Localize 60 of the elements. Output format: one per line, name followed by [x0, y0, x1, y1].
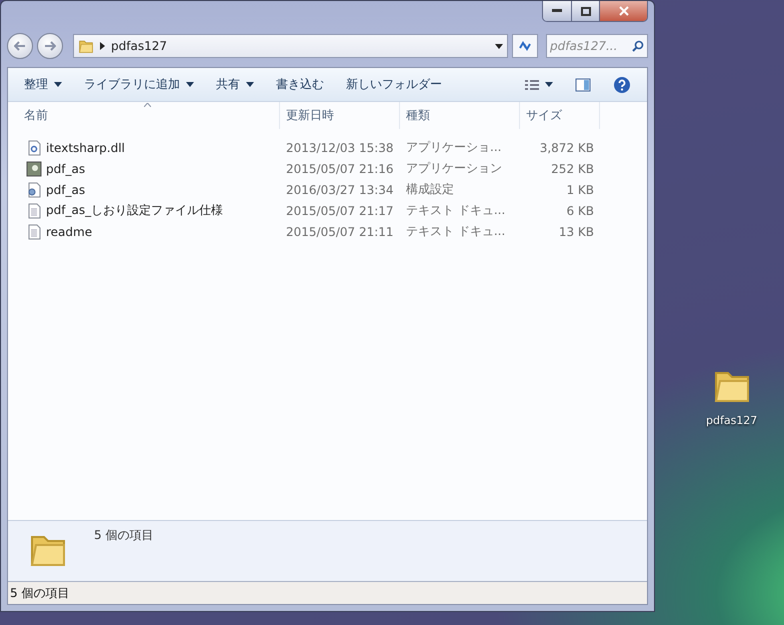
column-header[interactable]: 更新日時 — [280, 102, 400, 129]
modified-date: 2015/05/07 21:16 — [285, 162, 395, 176]
column-header[interactable]: 名前 — [8, 102, 280, 129]
forward-button[interactable] — [37, 33, 63, 59]
file-size: 1 KB — [565, 182, 595, 196]
file-size: 6 KB — [565, 204, 595, 218]
file-type: アプリケーション — [405, 160, 503, 177]
toolbar-button[interactable]: 整理 — [16, 72, 70, 97]
toolbar-button[interactable]: 書き込む — [268, 72, 332, 97]
column-header[interactable]: 種類 — [400, 102, 520, 129]
text-document-icon — [26, 224, 42, 240]
modified-date: 2015/05/07 21:17 — [285, 204, 395, 218]
file-name[interactable]: pdf_as — [46, 162, 86, 176]
refresh-button[interactable] — [512, 34, 538, 58]
minimize-button[interactable] — [543, 1, 571, 21]
text-document-icon — [26, 202, 42, 218]
help-icon — [613, 76, 631, 94]
file-type: テキスト ドキュ... — [405, 223, 506, 240]
list-view-icon — [525, 80, 539, 90]
column-header[interactable]: サイズ — [520, 102, 600, 129]
file-name[interactable]: readme — [46, 224, 92, 238]
file-size: 3,872 KB — [538, 140, 595, 154]
minimize-icon — [552, 9, 562, 13]
file-name[interactable]: pdf_as_しおり設定ファイル仕様 — [46, 202, 224, 219]
modified-date: 2015/05/07 21:11 — [285, 224, 395, 238]
close-icon — [618, 6, 628, 16]
status-text: 5 個の項目 — [10, 584, 70, 602]
search-field[interactable]: pdfas127... — [546, 34, 648, 58]
caret-icon — [545, 82, 553, 87]
file-type: 構成設定 — [405, 181, 455, 198]
file-name[interactable]: pdf_as — [46, 182, 86, 196]
file-size: 252 KB — [550, 162, 595, 176]
modified-date: 2016/03/27 13:34 — [285, 182, 395, 196]
caret-icon — [246, 82, 254, 87]
file-type: アプリケーショ... — [405, 139, 502, 156]
toolbar-button[interactable]: 共有 — [208, 72, 262, 97]
close-button[interactable] — [599, 1, 647, 21]
forward-arrow-icon — [44, 41, 56, 51]
application-icon — [26, 160, 42, 176]
file-type: テキスト ドキュ... — [405, 202, 506, 219]
folder-icon — [78, 38, 94, 54]
dropdown-caret-icon — [495, 44, 503, 48]
desktop-icon-label[interactable]: pdfas127 — [706, 414, 758, 427]
caret-icon — [186, 82, 194, 87]
back-button[interactable] — [7, 33, 33, 59]
item-count: 5 個の項目 — [94, 527, 154, 544]
address-text: pdfas127 — [111, 39, 168, 53]
back-arrow-icon — [14, 41, 26, 51]
breadcrumb-arrow-icon — [100, 42, 105, 50]
modified-date: 2013/12/03 15:38 — [285, 140, 395, 154]
caret-icon — [54, 82, 62, 87]
toolbar-button[interactable]: 新しいフォルダー — [338, 72, 450, 97]
address-bar[interactable]: pdfas127 — [73, 34, 508, 58]
maximize-icon — [580, 6, 590, 16]
search-icon — [632, 40, 644, 52]
toolbar-button[interactable]: ライブラリに追加 — [76, 72, 202, 97]
file-size: 13 KB — [558, 224, 595, 238]
file-name[interactable]: itextsharp.dll — [46, 140, 125, 154]
maximize-button[interactable] — [571, 1, 599, 21]
pane-icon — [575, 78, 591, 92]
